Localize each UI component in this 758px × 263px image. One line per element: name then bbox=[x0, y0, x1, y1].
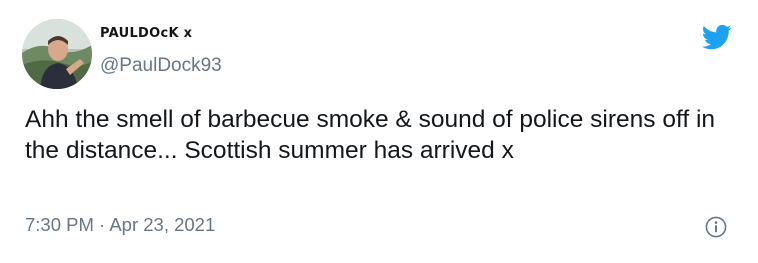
user-handle[interactable]: @PaulDock93 bbox=[100, 55, 222, 77]
tweet-text: Ahh the smell of barbecue smoke & sound … bbox=[25, 106, 716, 164]
avatar-photo bbox=[22, 19, 92, 89]
tweet-timestamp[interactable]: 7:30 PM · Apr 23, 2021 bbox=[25, 214, 215, 236]
display-name[interactable]: PAULDOcK x bbox=[100, 26, 192, 41]
info-icon[interactable] bbox=[705, 216, 727, 238]
avatar[interactable] bbox=[22, 19, 92, 89]
tweet-card: PAULDOcK x @PaulDock93 Ahh the smell of … bbox=[0, 0, 758, 263]
twitter-bird-icon[interactable] bbox=[700, 22, 734, 52]
